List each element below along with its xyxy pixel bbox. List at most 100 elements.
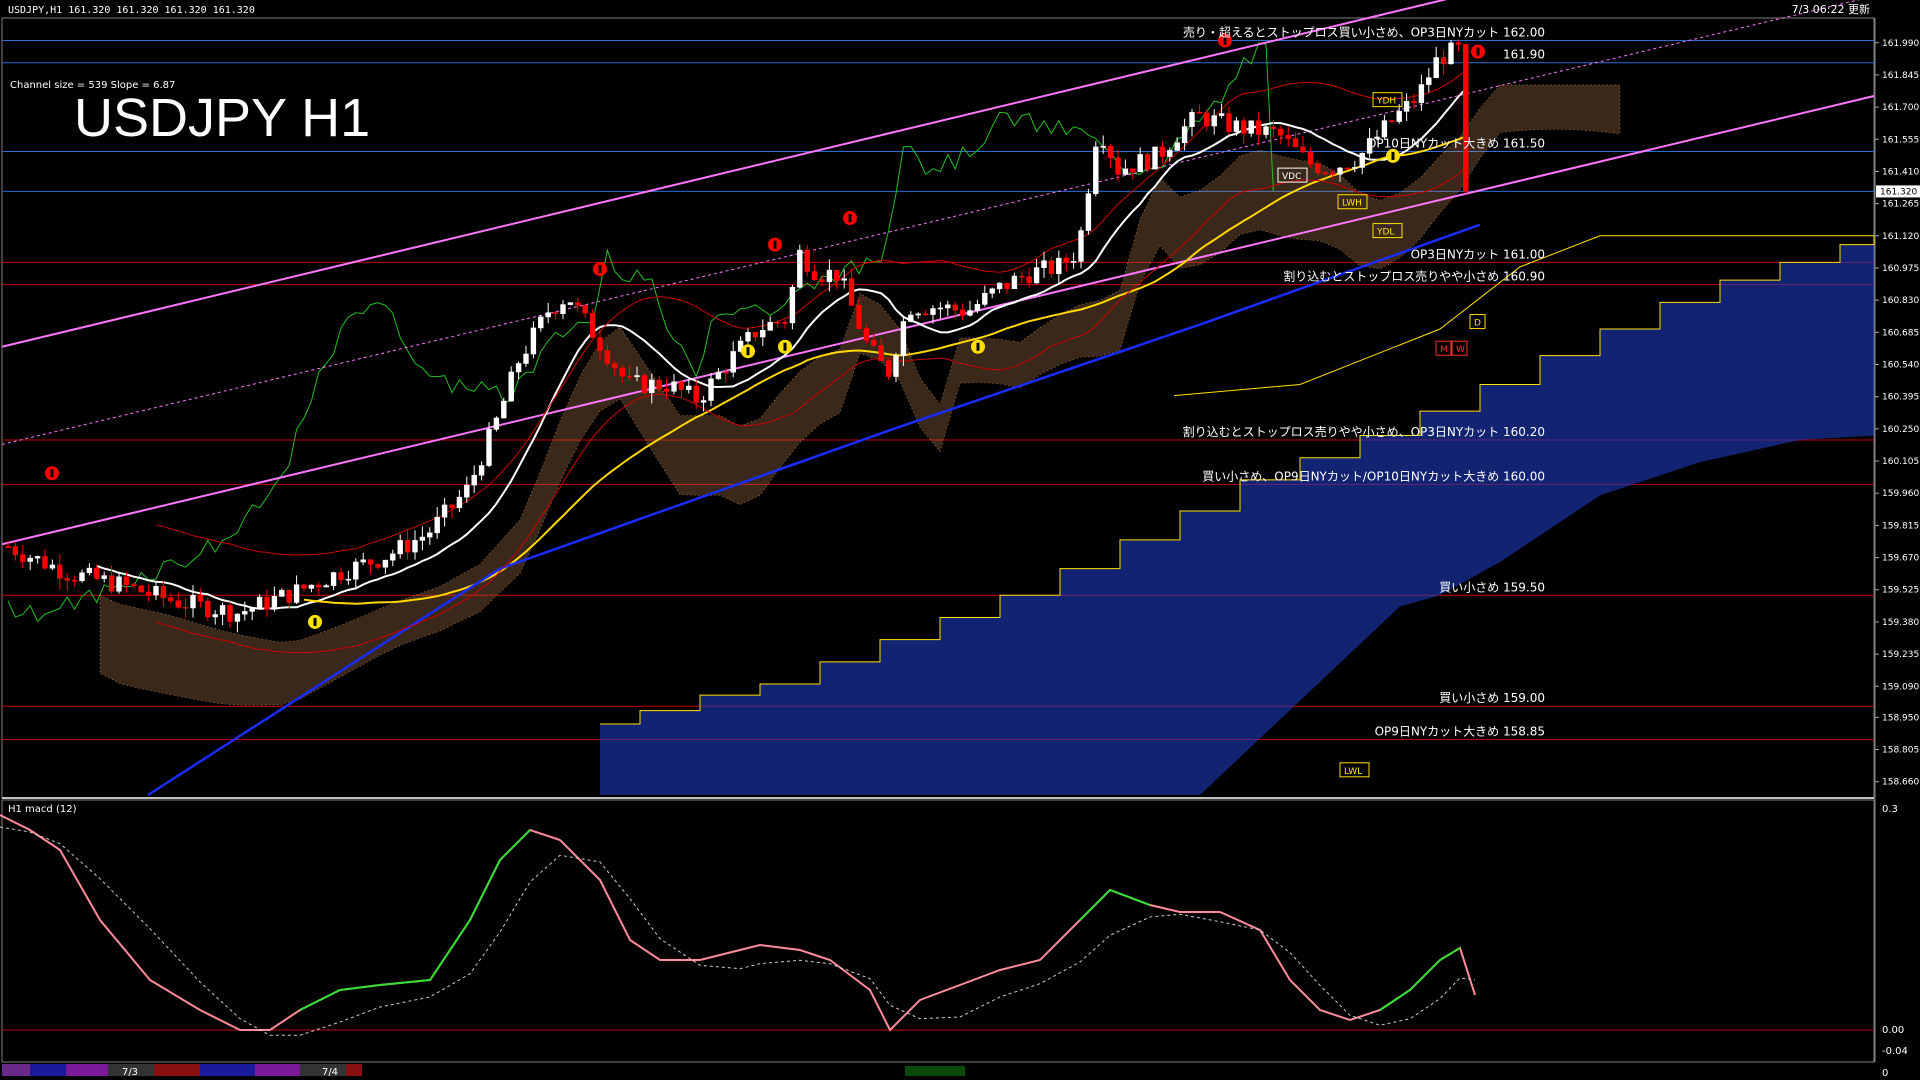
reversal-arrow-mark (598, 265, 602, 274)
candle-body (863, 328, 870, 341)
candle-body (86, 567, 93, 574)
candle-body (1041, 260, 1047, 268)
candle-body (1159, 146, 1166, 157)
candle-body (848, 278, 855, 306)
candle-body (1078, 230, 1084, 262)
candle-body (182, 606, 189, 609)
candle-body (952, 304, 958, 311)
candle-body (774, 321, 781, 324)
candle-body (138, 585, 144, 593)
candle-body (1167, 150, 1173, 157)
usdjpy-h1-chart: 売り・超えるとストップロス買い小さめ、OP3日NYカット 162.00 161.9… (0, 0, 1920, 1080)
candle-body (412, 540, 418, 553)
candle-body (64, 578, 70, 581)
candle-body (1337, 167, 1343, 175)
candle-body (634, 375, 640, 378)
candle-body (612, 363, 618, 369)
candle-body (723, 371, 729, 374)
candle-body (42, 556, 48, 569)
macd-scale-zero: 0.00 (1882, 1025, 1904, 1036)
candle-body (1248, 120, 1254, 134)
y-tick-label: 160.540 (1882, 361, 1919, 371)
candle-body (856, 305, 862, 329)
marker-label: D (1474, 319, 1481, 329)
candle-body (1011, 275, 1018, 290)
candle-body (360, 559, 366, 563)
candle-body (1019, 275, 1025, 278)
candle-body (330, 572, 337, 586)
y-tick-label: 159.815 (1882, 521, 1919, 531)
candle-body (1137, 154, 1143, 172)
y-tick-label: 161.700 (1882, 103, 1919, 113)
candle-body (686, 385, 692, 391)
candle-body (160, 586, 167, 599)
candle-body (456, 496, 463, 509)
candle-body (353, 561, 359, 580)
candle-body (782, 322, 788, 324)
candle-body (108, 575, 115, 592)
candle-body (197, 595, 204, 602)
candle-body (256, 596, 263, 609)
candle-body (752, 332, 759, 338)
candle-body (101, 575, 107, 579)
y-tick-label: 159.090 (1882, 682, 1919, 692)
level-label: 買い小さめ 159.50 (1439, 580, 1545, 594)
reversal-arrow-mark (848, 214, 852, 223)
candle-body (1389, 120, 1395, 122)
y-tick-label: 160.250 (1882, 425, 1919, 435)
candle-body (1218, 113, 1225, 116)
candle-body (293, 584, 300, 603)
candle-body (1056, 257, 1062, 275)
candle-body (382, 559, 389, 568)
symbol-info: USDJPY,H1 161.320 161.320 161.320 161.32… (8, 5, 255, 16)
y-tick-label: 160.830 (1882, 296, 1919, 306)
y-tick-label: 161.120 (1882, 232, 1919, 242)
candle-body (545, 312, 551, 318)
candle-body (1426, 77, 1432, 85)
candle-body (493, 417, 500, 430)
candle-body (345, 578, 352, 581)
candle-body (1322, 172, 1328, 175)
candle-body (1093, 146, 1099, 195)
candle-body (1315, 163, 1321, 174)
reversal-arrow-mark (746, 347, 750, 356)
level-label: 161.90 (1503, 48, 1545, 62)
candle-body (804, 249, 810, 272)
candle-body (301, 584, 307, 589)
candle-body (663, 388, 670, 392)
candle-body (1189, 112, 1195, 127)
y-tick-label: 159.525 (1882, 586, 1919, 596)
candle-body (619, 367, 625, 377)
y-tick-label: 159.960 (1882, 489, 1919, 499)
level-label: 買い小さめ 159.00 (1439, 691, 1545, 705)
candle-body (464, 484, 470, 498)
candle-body (982, 292, 988, 305)
candle-body (1241, 120, 1247, 134)
candle-body (1433, 57, 1439, 79)
level-label: 割り込むとストップロス売りやや小さめ、OP3日NYカット 160.20 (1183, 424, 1545, 439)
level-label: 買い小さめ、OP9日NYカット/OP10日NYカット大きめ 160.00 (1202, 469, 1545, 483)
chart-title: USDJPY H1 (74, 88, 370, 148)
candle-body (945, 304, 951, 309)
candle-body (1115, 157, 1121, 175)
candle-body (316, 584, 322, 588)
candle-body (1196, 112, 1203, 114)
candle-body (523, 353, 529, 364)
level-label: OP3日NYカット 161.00 (1411, 247, 1545, 261)
candle-body (1122, 168, 1129, 175)
candle-body (249, 608, 255, 612)
candle-body (168, 597, 174, 602)
candle-body (286, 589, 292, 603)
candle-body (1344, 167, 1351, 170)
candle-body (515, 363, 522, 373)
candle-body (1063, 257, 1069, 263)
candle-body (730, 351, 736, 373)
candle-body (1107, 146, 1114, 159)
candle-body (264, 596, 270, 610)
candle-body (1455, 42, 1462, 45)
candle-body (1070, 261, 1077, 263)
candle-body (1026, 276, 1032, 284)
candle-body (49, 564, 56, 569)
candle-body (1307, 151, 1314, 165)
candle-body (641, 375, 648, 394)
